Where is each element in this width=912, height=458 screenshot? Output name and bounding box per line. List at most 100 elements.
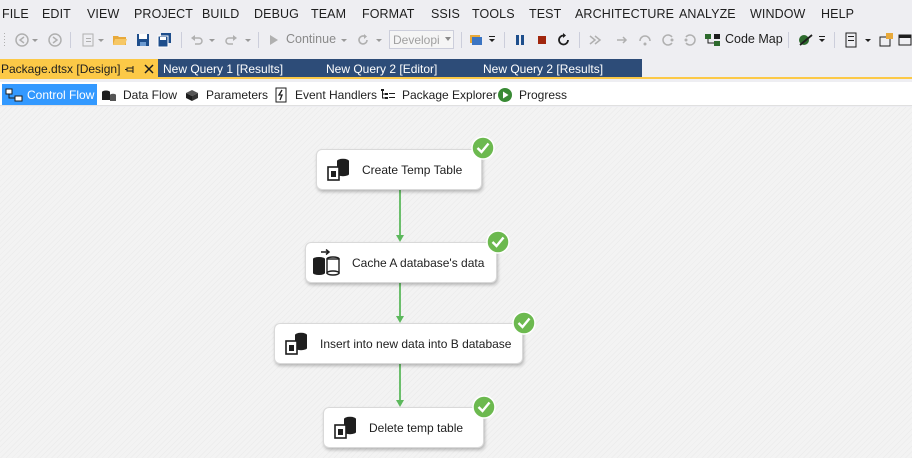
breakpoints-dropdown-icon[interactable] — [818, 31, 826, 49]
tab-label: Package Explorer — [402, 87, 497, 102]
doc-tab-query2-results[interactable]: New Query 2 [Results] — [478, 59, 642, 78]
stop-icon[interactable] — [535, 31, 549, 49]
toolbar-separator — [258, 32, 259, 48]
success-check-icon — [486, 230, 510, 254]
connector-3[interactable] — [396, 364, 404, 407]
package-explorer-icon — [380, 87, 396, 103]
success-check-icon — [471, 136, 495, 160]
breakpoints-icon[interactable] — [797, 31, 815, 49]
connector-1[interactable] — [396, 189, 404, 242]
task-delete-temp-table[interactable]: Delete temp table — [323, 407, 484, 448]
new-item-dropdown-icon[interactable] — [97, 31, 105, 49]
add-item-icon[interactable] — [878, 31, 894, 49]
close-icon[interactable] — [143, 63, 155, 75]
toolbar-separator — [461, 32, 462, 48]
continue-dropdown-icon[interactable] — [340, 31, 348, 49]
designer-tab-bar: Control Flow Data Flow Parameters Event … — [0, 82, 912, 106]
toolbar-grip[interactable] — [3, 31, 7, 49]
execute-sql-task-icon — [332, 414, 360, 442]
toolbar-separator — [70, 32, 71, 48]
task-cache-a-database[interactable]: Cache A database's data — [305, 242, 497, 283]
code-map-button[interactable]: Code Map — [725, 32, 783, 46]
menu-test[interactable]: TEST — [529, 7, 561, 21]
tab-event-handlers[interactable]: Event Handlers — [273, 84, 377, 105]
undo-dropdown-icon[interactable] — [208, 31, 216, 49]
properties-dropdown-icon[interactable] — [864, 31, 872, 49]
refresh-icon[interactable] — [355, 31, 371, 49]
step-back-icon[interactable] — [682, 31, 698, 49]
chevron-down-icon[interactable] — [445, 37, 451, 41]
new-item-icon[interactable] — [80, 31, 96, 49]
doc-tab-query1-results[interactable]: New Query 1 [Results] — [158, 59, 321, 78]
menu-project[interactable]: PROJECT — [134, 7, 193, 21]
menu-team[interactable]: TEAM — [311, 7, 346, 21]
tab-parameters[interactable]: Parameters — [184, 84, 268, 105]
menu-build[interactable]: BUILD — [202, 7, 239, 21]
menu-analyze[interactable]: ANALYZE — [679, 7, 736, 21]
undo-icon[interactable] — [189, 31, 205, 49]
menu-view[interactable]: VIEW — [87, 7, 119, 21]
tab-progress[interactable]: Progress — [497, 84, 567, 105]
step-over-icon[interactable] — [637, 31, 653, 49]
menu-edit[interactable]: EDIT — [42, 7, 71, 21]
pause-icon[interactable] — [513, 31, 527, 49]
control-flow-icon — [5, 87, 23, 103]
solution-configuration-select[interactable]: Developi — [389, 30, 454, 49]
success-check-icon — [472, 395, 496, 419]
restart-icon[interactable] — [556, 31, 572, 49]
doc-tab-query2-editor[interactable]: New Query 2 [Editor] — [321, 59, 478, 78]
save-all-icon[interactable] — [157, 31, 173, 49]
navigate-back-icon[interactable] — [14, 31, 30, 49]
tab-control-flow[interactable]: Control Flow — [2, 84, 97, 105]
task-label: Create Temp Table — [362, 163, 463, 177]
task-label: Delete temp table — [369, 421, 464, 435]
menu-tools[interactable]: TOOLS — [472, 7, 515, 21]
menu-format[interactable]: FORMAT — [362, 7, 414, 21]
code-map-icon[interactable] — [704, 31, 722, 49]
menu-window[interactable]: WINDOW — [750, 7, 805, 21]
redo-icon[interactable] — [223, 31, 239, 49]
menu-debug[interactable]: DEBUG — [254, 7, 299, 21]
standard-toolbar: Continue Code Map — [0, 28, 912, 52]
toolbar-separator — [504, 32, 505, 48]
progress-play-icon — [497, 87, 513, 103]
redo-dropdown-icon[interactable] — [244, 31, 252, 49]
back-dropdown-icon[interactable] — [31, 31, 39, 49]
menu-bar: FILE EDIT VIEW PROJECT BUILD DEBUG TEAM … — [0, 0, 912, 28]
continue-button[interactable]: Continue — [286, 32, 336, 46]
step-out-icon[interactable] — [660, 31, 676, 49]
find-dropdown-icon[interactable] — [488, 31, 496, 49]
window-layout-icon[interactable] — [898, 31, 912, 49]
tab-data-flow[interactable]: Data Flow — [101, 84, 177, 105]
pin-icon[interactable] — [124, 63, 136, 75]
tab-label: Parameters — [206, 87, 269, 102]
tab-label: Data Flow — [123, 87, 178, 102]
doc-tab-label: New Query 2 [Editor] — [326, 62, 438, 76]
properties-icon[interactable] — [843, 31, 859, 49]
refresh-dropdown-icon[interactable] — [375, 31, 383, 49]
show-next-statement-icon[interactable] — [587, 31, 603, 49]
success-check-icon — [512, 311, 536, 335]
task-insert-into-b-database[interactable]: Insert into new data into B database — [274, 323, 523, 364]
data-flow-task-icon — [311, 248, 340, 277]
connector-2[interactable] — [396, 283, 404, 323]
tab-label: Progress — [519, 87, 568, 102]
menu-architecture[interactable]: ARCHITECTURE — [575, 7, 674, 21]
find-in-files-icon[interactable] — [468, 31, 486, 49]
task-create-temp-table[interactable]: Create Temp Table — [316, 149, 482, 190]
task-label: Cache A database's data — [352, 256, 485, 270]
continue-play-icon[interactable] — [268, 31, 280, 49]
data-flow-icon — [101, 87, 117, 103]
menu-ssis[interactable]: SSIS — [431, 7, 460, 21]
menu-file[interactable]: FILE — [2, 7, 29, 21]
save-icon[interactable] — [135, 31, 151, 49]
navigate-forward-icon[interactable] — [47, 31, 63, 49]
solution-configuration-value: Developi — [393, 33, 440, 47]
tab-package-explorer[interactable]: Package Explorer — [380, 84, 497, 105]
event-handlers-icon — [273, 87, 289, 103]
step-into-icon[interactable] — [614, 31, 630, 49]
menu-help[interactable]: HELP — [821, 7, 854, 21]
open-folder-icon[interactable] — [112, 31, 128, 49]
tab-label: Control Flow — [27, 87, 95, 102]
control-flow-canvas[interactable]: Create Temp Table Cache A database's dat… — [0, 107, 912, 458]
